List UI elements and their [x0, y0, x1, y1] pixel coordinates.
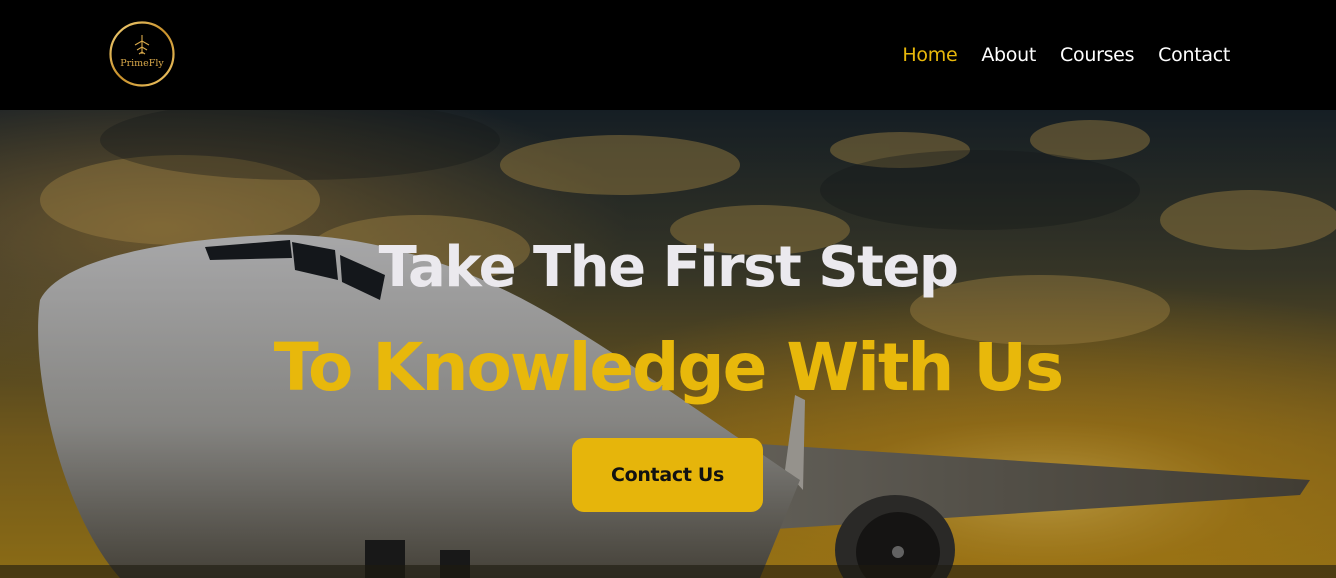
nav-contact-link[interactable]: Contact [1158, 44, 1230, 66]
hero-content: Take The First Step To Knowledge With Us… [0, 110, 1336, 578]
navbar: PrimeFly Home About Courses Contact [0, 0, 1336, 110]
contact-us-button[interactable]: Contact Us [572, 438, 763, 512]
hero-headline-primary: Take The First Step [378, 235, 959, 300]
plane-emblem-icon: PrimeFly [109, 21, 175, 87]
logo-text: PrimeFly [120, 58, 164, 69]
brand-logo[interactable]: PrimeFly [108, 20, 176, 88]
nav-about-link[interactable]: About [981, 44, 1036, 66]
hero-headline-accent: To Knowledge With Us [273, 329, 1064, 406]
nav-home-link[interactable]: Home [902, 44, 957, 66]
nav-courses-link[interactable]: Courses [1060, 44, 1134, 66]
main-nav: Home About Courses Contact [902, 0, 1230, 110]
hero-section: Take The First Step To Knowledge With Us… [0, 110, 1336, 578]
